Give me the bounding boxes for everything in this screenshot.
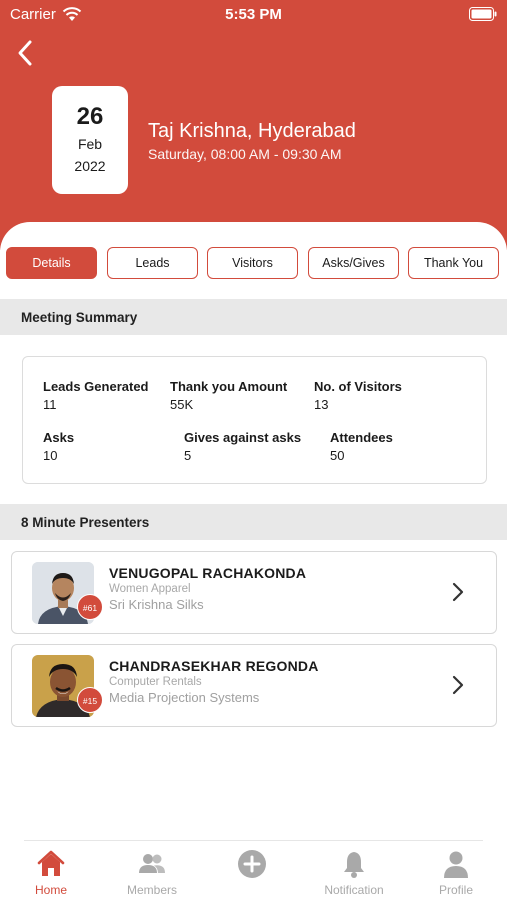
presenters-title: 8 Minute Presenters	[21, 515, 150, 530]
stat-asks: Asks 10	[43, 430, 74, 463]
presenter-card[interactable]: #15 CHANDRASEKHAR REGONDA Computer Renta…	[11, 644, 497, 727]
stat-label: Gives against asks	[184, 430, 302, 445]
back-arrow-icon[interactable]	[12, 38, 38, 68]
tab-visitors[interactable]: Visitors	[207, 247, 298, 279]
meeting-date-card: 26 Feb 2022	[52, 86, 128, 194]
stat-value: 50	[330, 448, 345, 463]
stat-label: Leads Generated	[43, 379, 149, 394]
presenter-category: Computer Rentals	[109, 676, 202, 688]
chevron-right-icon	[452, 582, 464, 602]
tab-details[interactable]: Details	[6, 247, 97, 279]
home-icon	[37, 850, 65, 876]
tab-bar: Details Leads Visitors Asks/Gives Thank …	[6, 247, 501, 279]
battery-icon	[469, 7, 497, 21]
stat-value: 13	[314, 397, 329, 412]
meeting-summary-title: Meeting Summary	[21, 310, 138, 325]
member-number-badge: #61	[77, 594, 103, 620]
presenter-name: VENUGOPAL RACHAKONDA	[109, 565, 307, 581]
nav-notification[interactable]: Notification	[309, 841, 399, 900]
nav-add[interactable]	[207, 841, 297, 900]
stat-label: Asks	[43, 430, 75, 445]
stat-value: 10	[43, 448, 58, 463]
chevron-right-icon	[452, 675, 464, 695]
stat-label: Attendees	[330, 430, 393, 445]
stat-label: Thank you Amount	[170, 379, 288, 394]
meeting-summary-card: Leads Generated 11 Thank you Amount 55K …	[22, 356, 487, 484]
presenter-card[interactable]: #61 VENUGOPAL RACHAKONDA Women Apparel S…	[11, 551, 497, 634]
presenter-category: Women Apparel	[109, 583, 191, 595]
tab-thank-you[interactable]: Thank You	[408, 247, 499, 279]
tab-leads[interactable]: Leads	[107, 247, 198, 279]
bottom-nav: Home Members Notification Profile	[24, 840, 483, 900]
profile-icon	[444, 851, 468, 878]
nav-profile[interactable]: Profile	[411, 841, 501, 900]
tab-asks-gives[interactable]: Asks/Gives	[308, 247, 399, 279]
bell-icon	[344, 852, 364, 878]
member-number-badge: #15	[77, 687, 103, 713]
nav-profile-label: Profile	[438, 883, 473, 897]
presenter-company: Media Projection Systems	[109, 690, 260, 705]
nav-members[interactable]: Members	[107, 841, 197, 900]
stat-visitors: No. of Visitors 13	[314, 379, 402, 412]
stat-leads-generated: Leads Generated 11	[43, 379, 149, 412]
meeting-year: 2022	[74, 158, 106, 174]
stat-thank-you-amount: Thank you Amount 55K	[170, 379, 287, 412]
add-icon	[238, 850, 266, 878]
stat-value: 55K	[170, 397, 194, 412]
nav-notification-label: Notification	[324, 883, 384, 897]
meeting-day: 26	[76, 103, 104, 130]
presenters-header: 8 Minute Presenters	[0, 504, 507, 540]
nav-home-label: Home	[34, 883, 67, 897]
members-icon	[139, 854, 165, 873]
nav-members-label: Members	[126, 883, 177, 897]
meeting-summary-header: Meeting Summary	[0, 299, 507, 335]
nav-home[interactable]: Home	[6, 841, 96, 900]
stat-attendees: Attendees 50	[330, 430, 393, 463]
status-bar: Carrier 5:53 PM	[0, 0, 507, 30]
status-time: 5:53 PM	[225, 6, 282, 23]
presenter-company: Sri Krishna Silks	[109, 597, 204, 612]
stat-label: No. of Visitors	[314, 379, 402, 394]
stat-value: 5	[184, 448, 192, 463]
stat-gives-against-asks: Gives against asks 5	[184, 430, 301, 463]
meeting-schedule: Saturday, 08:00 AM - 09:30 AM	[148, 146, 342, 162]
meeting-month: Feb	[77, 136, 103, 152]
meeting-venue: Taj Krishna, Hyderabad	[148, 120, 356, 142]
stat-value: 11	[43, 397, 57, 412]
presenter-name: CHANDRASEKHAR REGONDA	[109, 658, 319, 674]
